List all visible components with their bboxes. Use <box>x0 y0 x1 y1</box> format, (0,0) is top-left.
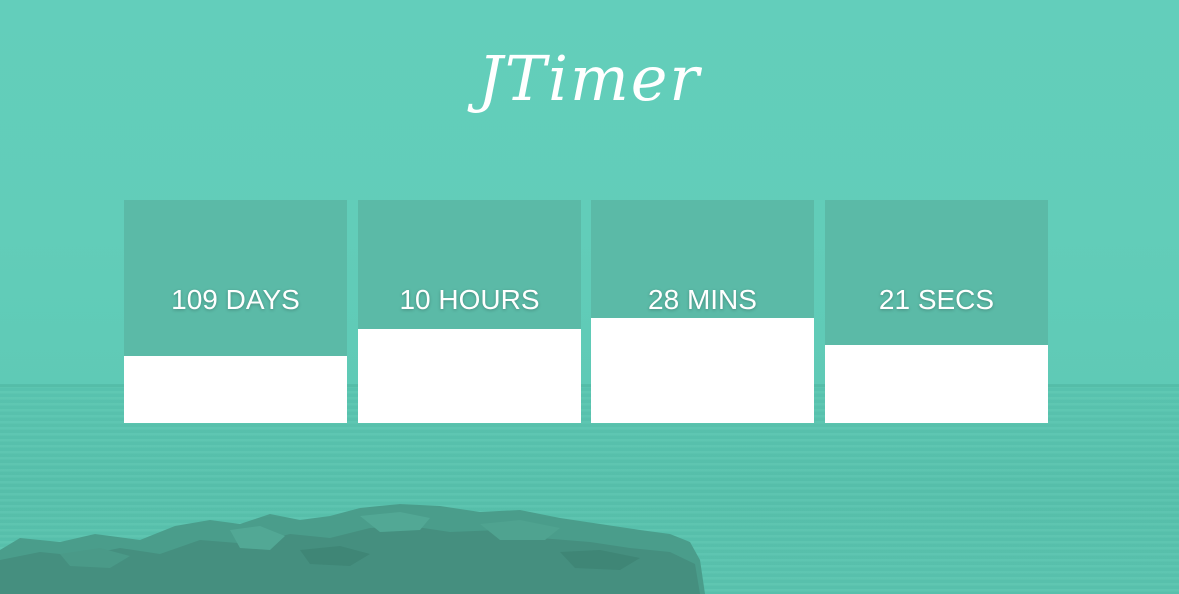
app-title: JTimer <box>477 42 702 115</box>
countdown-label-hours: 10 HOURS <box>399 284 540 315</box>
progress-fill-secs <box>825 344 1048 423</box>
countdown-label-days: 109 DAYS <box>171 284 300 315</box>
countdown-card-days: 109 DAYS <box>124 200 347 423</box>
progress-fill-hours <box>358 329 581 423</box>
countdown-label-secs: 21 SECS <box>878 284 995 315</box>
countdown-label-mins: 28 MINS <box>648 284 757 315</box>
countdown-cards: 109 DAYS 10 HOURS 28 MINS 21 SECS <box>124 200 1048 423</box>
progress-fill-days <box>124 356 347 423</box>
countdown-card-mins: 28 MINS <box>591 200 814 423</box>
progress-fill-mins <box>591 318 814 423</box>
countdown-card-hours: 10 HOURS <box>358 200 581 423</box>
rocks-image <box>0 504 705 594</box>
countdown-card-secs: 21 SECS <box>825 200 1048 423</box>
